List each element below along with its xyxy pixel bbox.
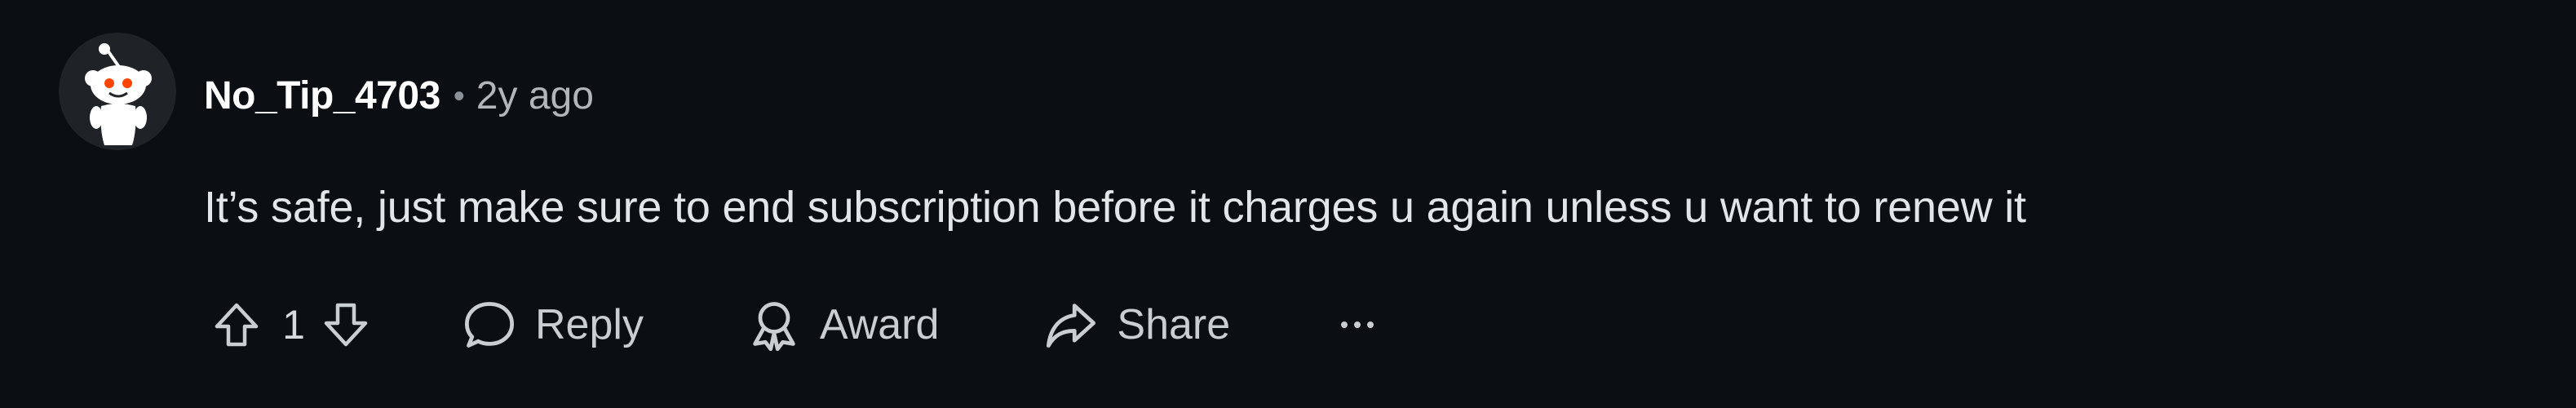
award-label: Award <box>819 301 940 348</box>
timestamp[interactable]: 2y ago <box>476 77 594 116</box>
comment-body: It’s safe, just make sure to end subscri… <box>204 183 2026 232</box>
comment-meta: No_Tip_4703 • 2y ago <box>204 64 594 129</box>
vote-group: 1 <box>204 286 378 364</box>
share-label: Share <box>1117 301 1231 348</box>
speech-bubble-icon <box>464 302 515 348</box>
username[interactable]: No_Tip_4703 <box>204 77 440 116</box>
ellipsis-icon <box>1341 322 1374 328</box>
reply-button[interactable]: Reply <box>462 286 644 364</box>
meta-separator: • <box>453 78 465 114</box>
share-arrow-icon <box>1047 304 1096 348</box>
user-avatar[interactable] <box>59 33 176 150</box>
upvote-button[interactable] <box>204 286 269 364</box>
upvote-arrow-icon <box>215 303 259 347</box>
award-ribbon-icon <box>753 302 795 352</box>
downvote-button[interactable] <box>313 286 378 364</box>
vote-count: 1 <box>282 302 305 348</box>
more-options-button[interactable] <box>1333 286 1382 364</box>
share-button[interactable]: Share <box>1043 286 1230 364</box>
comment: No_Tip_4703 • 2y ago It’s safe, just mak… <box>0 0 2576 408</box>
reply-label: Reply <box>535 301 644 348</box>
comment-actions: 1 Reply Award Share <box>204 286 1382 364</box>
award-button[interactable]: Award <box>746 286 939 364</box>
downvote-arrow-icon <box>324 303 368 347</box>
snoo-avatar-icon <box>59 33 176 150</box>
